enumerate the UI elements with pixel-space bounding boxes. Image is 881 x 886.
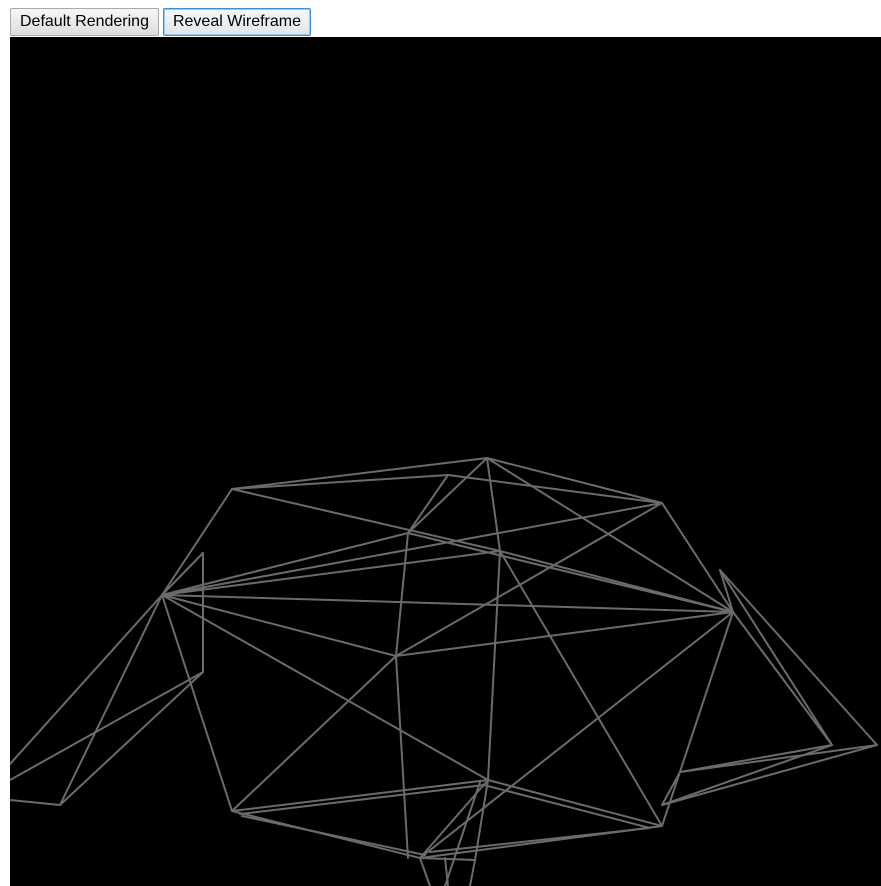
wireframe-edge bbox=[679, 744, 833, 773]
wireframe-edge bbox=[231, 488, 501, 552]
wireframe-edge bbox=[161, 594, 233, 812]
wireframe-edge bbox=[161, 594, 489, 781]
wireframe-edge bbox=[447, 474, 663, 504]
wireframe-edge bbox=[231, 457, 488, 490]
wireframe-edge bbox=[161, 594, 397, 657]
wireframe-edge bbox=[487, 550, 501, 781]
wireframe-edge bbox=[231, 655, 397, 812]
wireframe-edge bbox=[241, 815, 426, 856]
wireframe-edge bbox=[679, 744, 878, 773]
wireframe-edge bbox=[395, 611, 734, 657]
3d-viewport-canvas[interactable] bbox=[10, 37, 881, 886]
wireframe-edge bbox=[719, 569, 878, 746]
wireframe-edge bbox=[419, 857, 476, 861]
wireframe-mesh bbox=[10, 457, 878, 886]
wireframe-edge bbox=[395, 502, 663, 657]
wireframe-edge bbox=[407, 457, 488, 534]
wireframe-edge bbox=[719, 569, 833, 746]
wireframe-edge bbox=[419, 857, 431, 886]
wireframe-edge bbox=[486, 457, 501, 552]
wireframe-edge bbox=[239, 784, 485, 815]
wireframe-edge bbox=[395, 655, 409, 859]
wireframe-edge bbox=[487, 779, 663, 827]
wireframe-edge bbox=[499, 550, 663, 827]
default-rendering-button[interactable]: Default Rendering bbox=[10, 8, 159, 36]
wireframe-edge bbox=[161, 502, 663, 596]
wireframe-edge bbox=[407, 474, 449, 534]
wireframe-edge bbox=[486, 457, 663, 504]
wireframe-edge bbox=[661, 744, 878, 806]
wireframe-edge bbox=[469, 859, 476, 886]
wireframe-edge bbox=[10, 671, 204, 781]
wireframe-edge bbox=[483, 784, 651, 829]
wireframe-edge bbox=[231, 474, 449, 490]
wireframe-edge bbox=[59, 671, 204, 806]
wireframe-edge bbox=[661, 611, 734, 827]
wireframe-edge bbox=[10, 799, 61, 806]
wireframe-edge bbox=[10, 594, 163, 765]
wireframe-edge bbox=[231, 779, 489, 812]
render-mode-toolbar: Default Rendering Reveal Wireframe bbox=[10, 8, 311, 38]
wireframe-edge bbox=[161, 532, 409, 596]
wireframe-edge bbox=[59, 594, 163, 806]
wireframe-edge bbox=[161, 594, 734, 613]
wireframe-edge bbox=[486, 457, 734, 613]
wireframe-edge bbox=[661, 744, 833, 806]
reveal-wireframe-button[interactable]: Reveal Wireframe bbox=[162, 8, 311, 36]
wireframe-edge bbox=[161, 550, 501, 596]
